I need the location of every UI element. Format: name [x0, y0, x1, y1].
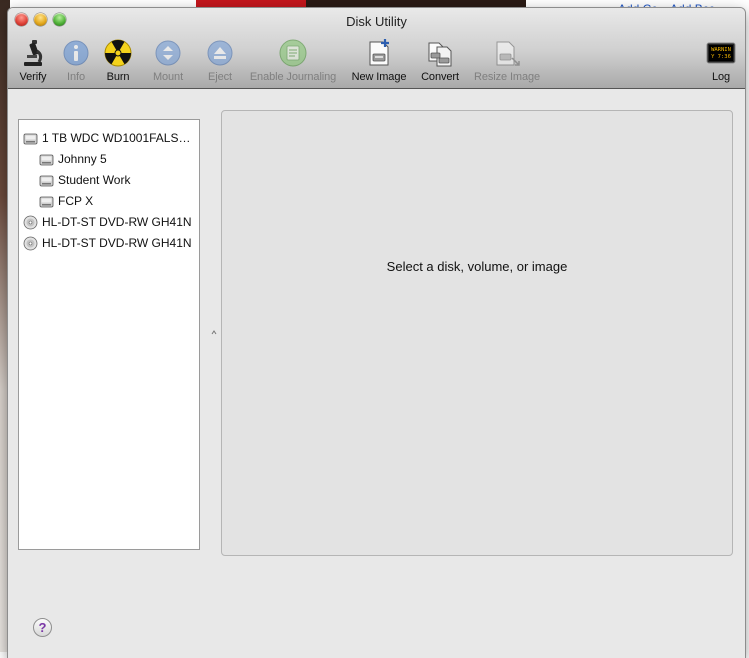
optical-drive-icon [23, 236, 38, 250]
log-display-line-2: Y 7:36 [711, 54, 731, 60]
new-image-button[interactable]: New Image [348, 38, 410, 86]
toolbar-label-log: Log [711, 71, 731, 83]
resize-image-icon [496, 41, 520, 66]
device-row-optical-2[interactable]: HL-DT-ST DVD-RW GH41N [23, 233, 192, 253]
device-row-disk-1tb[interactable]: 1 TB WDC WD1001FALS… [23, 128, 191, 148]
device-row-volume-fcp-x[interactable]: FCP X [39, 191, 93, 211]
toolbar-label-verify: Verify [19, 71, 47, 83]
help-button[interactable]: ? [33, 618, 52, 637]
toolbar-label-eject: Eject [208, 71, 232, 83]
mount-icon [155, 40, 181, 66]
device-label: FCP X [58, 194, 94, 208]
enable-journaling-button[interactable]: Enable Journaling [245, 38, 341, 86]
convert-button[interactable]: Convert [417, 38, 463, 86]
log-console-icon: WARNIN Y 7:36 [706, 42, 736, 64]
device-row-volume-johnny-5[interactable]: Johnny 5 [39, 149, 107, 169]
help-icon: ? [38, 620, 47, 635]
device-row-volume-student-work[interactable]: Student Work [39, 170, 130, 190]
device-label: Johnny 5 [58, 152, 107, 166]
eject-button[interactable]: Eject [204, 38, 236, 86]
splitter-grip-icon [211, 330, 217, 335]
verify-button[interactable]: Verify [15, 38, 51, 86]
log-display-line-1: WARNIN [711, 47, 731, 53]
window-title: Disk Utility [346, 14, 407, 29]
unified-titlebar-toolbar: Disk Utility Verify Info Burn Mount Ejec… [8, 8, 745, 89]
toolbar-label-convert: Convert [421, 71, 459, 83]
toolbar-label-new-image: New Image [351, 71, 407, 83]
log-button[interactable]: WARNIN Y 7:36 Log [704, 38, 738, 86]
optical-drive-icon [23, 215, 38, 229]
info-icon [63, 40, 89, 66]
toolbar-label-mount: Mount [152, 71, 184, 83]
journaling-icon [279, 39, 307, 67]
volume-icon [39, 196, 54, 207]
disk-utility-window: Disk Utility Verify Info Burn Mount Ejec… [8, 8, 745, 658]
microscope-icon [24, 40, 43, 66]
device-label: Student Work [58, 173, 131, 187]
toolbar-label-info: Info [67, 71, 85, 83]
split-view-handle[interactable] [211, 328, 217, 342]
toolbar-label-resize-image: Resize Image [473, 71, 541, 83]
convert-icon [428, 42, 452, 67]
device-row-optical-1[interactable]: HL-DT-ST DVD-RW GH41N [23, 212, 192, 232]
toolbar-label-enable-journaling: Enable Journaling [249, 71, 337, 83]
eject-icon [207, 40, 233, 66]
device-label: HL-DT-ST DVD-RW GH41N [42, 236, 192, 250]
volume-icon [39, 175, 54, 186]
device-label: 1 TB WDC WD1001FALS… [42, 131, 191, 145]
resize-image-button[interactable]: Resize Image [469, 38, 545, 86]
volume-icon [39, 154, 54, 165]
mount-button[interactable]: Mount [150, 38, 186, 86]
info-button[interactable]: Info [62, 38, 90, 86]
empty-selection-message: Select a disk, volume, or image [386, 259, 568, 274]
burn-button[interactable]: Burn [102, 38, 134, 86]
device-label: HL-DT-ST DVD-RW GH41N [42, 215, 192, 229]
burn-icon [104, 39, 132, 67]
device-list[interactable]: 1 TB WDC WD1001FALS… Johnny 5 Student Wo… [18, 119, 200, 550]
toolbar-label-burn: Burn [106, 71, 130, 83]
detail-panel: Select a disk, volume, or image [221, 110, 733, 556]
hard-disk-icon [23, 133, 38, 144]
new-image-icon [369, 39, 389, 66]
